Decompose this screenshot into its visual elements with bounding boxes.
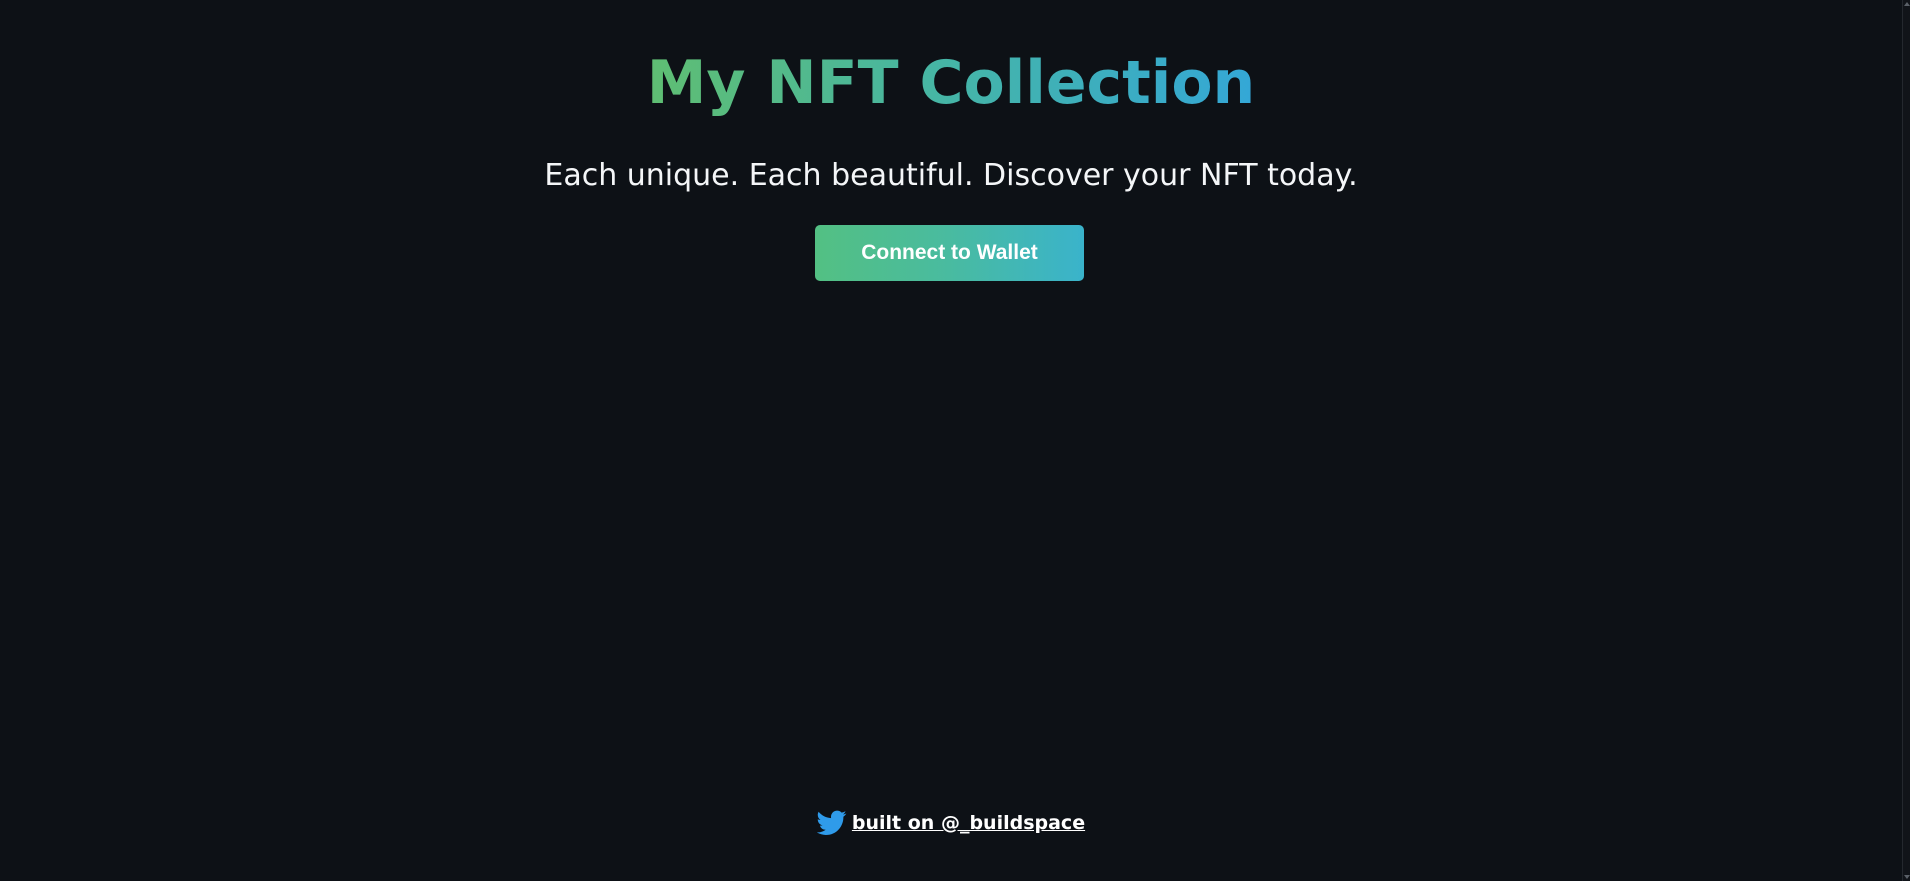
page-subtitle: Each unique. Each beautiful. Discover yo… — [544, 158, 1358, 193]
page-title: My NFT Collection — [0, 44, 1902, 122]
scroll-down-arrow-icon[interactable] — [1904, 875, 1910, 879]
twitter-icon — [816, 810, 847, 835]
footer: built on @_buildspace — [0, 807, 1902, 839]
page-title-text: My NFT Collection — [647, 44, 1256, 122]
page: My NFT Collection Each unique. Each beau… — [0, 0, 1902, 881]
vertical-scrollbar[interactable] — [1902, 0, 1910, 881]
connect-wallet-button[interactable]: Connect to Wallet — [815, 225, 1084, 281]
buildspace-footer-link[interactable]: built on @_buildspace — [852, 810, 1085, 836]
scroll-up-arrow-icon[interactable] — [1904, 2, 1910, 6]
